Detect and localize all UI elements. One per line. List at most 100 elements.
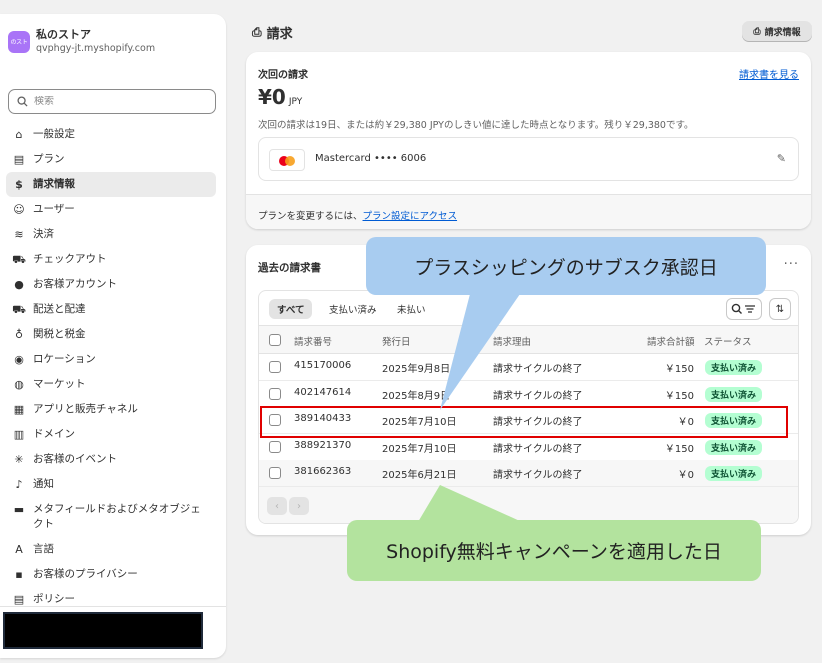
plan-icon: ▤ [13, 152, 25, 166]
sidebar-item-events[interactable]: ✳ お客様のイベント [6, 447, 216, 472]
status-badge: 支払い済み [705, 360, 763, 375]
search-filter-button[interactable] [726, 298, 762, 320]
tab-unpaid[interactable]: 未払い [389, 299, 434, 319]
bill-reason: 請求サイクルの終了 [493, 470, 583, 481]
bill-date: 2025年9月8日 [382, 364, 451, 375]
events-icon: ✳ [14, 452, 24, 466]
sidebar-item-globe[interactable]: ◍ マーケット [6, 372, 216, 397]
card-label: Mastercard •••• 6006 [315, 153, 427, 164]
store-switcher[interactable]: のスト 私のストア qvphgy-jt.myshopify.com [8, 28, 155, 55]
sidebar-item-lock[interactable]: ▪ お客様のプライバシー [6, 562, 216, 587]
sidebar-item-billing[interactable]: $ 請求情報 [6, 172, 216, 197]
sidebar-item-tax[interactable]: ♁ 関税と税金 [6, 322, 216, 347]
sidebar-item-domain[interactable]: ▥ ドメイン [6, 422, 216, 447]
sort-button[interactable]: ⇅ [769, 298, 791, 320]
sidebar-item-label: お客様アカウント [33, 278, 117, 290]
redacted-area [3, 612, 203, 649]
select-all-checkbox[interactable] [269, 334, 281, 346]
col-date[interactable]: 発行日 [382, 334, 411, 348]
bell-icon: ♪ [15, 477, 23, 491]
metafield-icon: ▬ [13, 502, 25, 516]
users-icon: ☺ [13, 202, 25, 216]
search-box[interactable] [8, 89, 216, 114]
policy-icon: ▤ [13, 592, 25, 606]
sidebar-item-location[interactable]: ◉ ロケーション [6, 347, 216, 372]
tab-all[interactable]: すべて [269, 299, 313, 319]
bill-number[interactable]: 402147614 [294, 387, 351, 398]
sidebar-item-bell[interactable]: ♪ 通知 [6, 472, 216, 497]
tab-paid[interactable]: 支払い済み [321, 299, 385, 319]
table-row[interactable]: 402147614 2025年8月9日 請求サイクルの終了 ￥150 支払い済み [259, 380, 798, 408]
row-checkbox[interactable] [269, 440, 281, 453]
sidebar-item-truck[interactable]: ⛟ 配送と配達 [6, 297, 216, 322]
bill-number[interactable]: 381662363 [294, 466, 351, 477]
payments-icon: ≋ [14, 227, 24, 241]
sidebar-item-label: 通知 [33, 478, 54, 490]
more-actions-icon[interactable]: ··· [784, 257, 799, 272]
status-badge: 支払い済み [705, 386, 763, 402]
page-title: ⎙ 請求 [252, 23, 293, 42]
sidebar-item-label: チェックアウト [33, 253, 107, 265]
table-header: 請求番号 発行日 請求理由 請求合計額 ステータス [259, 326, 798, 354]
mastercard-icon [269, 149, 305, 171]
billing-info-label: 請求情報 [764, 28, 801, 38]
view-bill-link[interactable]: 請求書を見る [739, 66, 799, 81]
store-avatar: のスト [8, 30, 30, 53]
sidebar-item-apps[interactable]: ▦ アプリと販売チャネル [6, 397, 216, 422]
sidebar-item-cart[interactable]: ⛟ チェックアウト [6, 247, 216, 272]
plan-change-footer: プランを変更するには、プラン設定にアクセス [246, 194, 811, 229]
domain-icon: ▥ [13, 427, 25, 441]
bill-total: ￥150 [664, 364, 694, 375]
receipt-icon: ⎙ [753, 26, 761, 37]
page-title-text: 請求 [266, 27, 293, 42]
payment-method: Mastercard •••• 6006 ✎ [258, 137, 799, 181]
bill-number[interactable]: 415170006 [294, 360, 351, 371]
bill-number[interactable]: 388921370 [294, 440, 351, 451]
sidebar-item-users[interactable]: ☺ ユーザー [6, 197, 216, 222]
prev-page-button[interactable]: ‹ [267, 497, 287, 515]
store-domain: qvphgy-jt.myshopify.com [36, 43, 156, 54]
bill-reason: 請求サイクルの終了 [493, 390, 583, 402]
row-checkbox[interactable] [269, 361, 281, 373]
search-icon [17, 96, 28, 107]
sidebar-item-payments[interactable]: ≋ 決済 [6, 222, 216, 247]
col-number[interactable]: 請求番号 [294, 334, 332, 348]
cart-icon: ⛟ [12, 252, 26, 266]
table-row[interactable]: 415170006 2025年9月8日 請求サイクルの終了 ￥150 支払い済み [259, 354, 798, 381]
status-badge: 支払い済み [705, 439, 763, 455]
store-name: 私のストア [36, 28, 91, 41]
sidebar-item-label: 関税と税金 [33, 328, 86, 340]
tax-icon: ♁ [14, 327, 24, 341]
sidebar-item-label: ポリシー [33, 593, 75, 605]
sidebar-item-store[interactable]: ⌂ 一般設定 [6, 122, 216, 147]
sidebar-item-policy[interactable]: ▤ ポリシー [6, 587, 216, 612]
globe-icon: ◍ [14, 377, 24, 391]
sidebar-item-language[interactable]: A 言語 [6, 537, 216, 562]
settings-nav: ⌂ 一般設定 ▤ プラン $ 請求情報 ☺ ユーザー ≋ 決済 ⛟ チェックアウト ● お客様アカウント ⛟… [6, 122, 216, 612]
plan-settings-link[interactable]: プラン設定にアクセス [363, 211, 458, 222]
past-bills-title: 過去の請求書 [258, 262, 321, 274]
table-row[interactable]: 381662363 2025年6月21日 請求サイクルの終了 ￥0 支払い済み [259, 460, 798, 487]
sidebar-item-plan[interactable]: ▤ プラン [6, 147, 216, 172]
sidebar-item-label: 一般設定 [33, 128, 75, 140]
sidebar-item-metafield[interactable]: ▬ メタフィールドおよびメタオブジェクト [6, 497, 216, 537]
sidebar-item-label: お客様のイベント [33, 453, 117, 465]
bill-reason: 請求サイクルの終了 [493, 443, 583, 455]
sidebar-item-label: お客様のプライバシー [33, 568, 138, 580]
edit-pencil-icon[interactable]: ✎ [777, 152, 786, 165]
bill-reason: 請求サイクルの終了 [493, 364, 583, 375]
billing-info-button[interactable]: ⎙ 請求情報 [742, 21, 812, 42]
language-icon: A [15, 542, 23, 556]
store-icon: ⌂ [15, 127, 23, 141]
search-input[interactable] [34, 96, 204, 107]
sidebar-item-label: 決済 [33, 228, 54, 240]
lock-icon: ▪ [15, 567, 23, 581]
person-icon: ● [14, 277, 24, 291]
sidebar-item-label: ロケーション [33, 353, 96, 365]
sidebar-item-person[interactable]: ● お客様アカウント [6, 272, 216, 297]
callout-free-campaign: Shopify無料キャンペーンを適用した日 [347, 520, 761, 581]
row-checkbox[interactable] [269, 387, 281, 400]
next-page-button[interactable]: › [289, 497, 309, 515]
bill-total: ￥150 [664, 390, 694, 402]
row-checkbox[interactable] [269, 467, 281, 479]
